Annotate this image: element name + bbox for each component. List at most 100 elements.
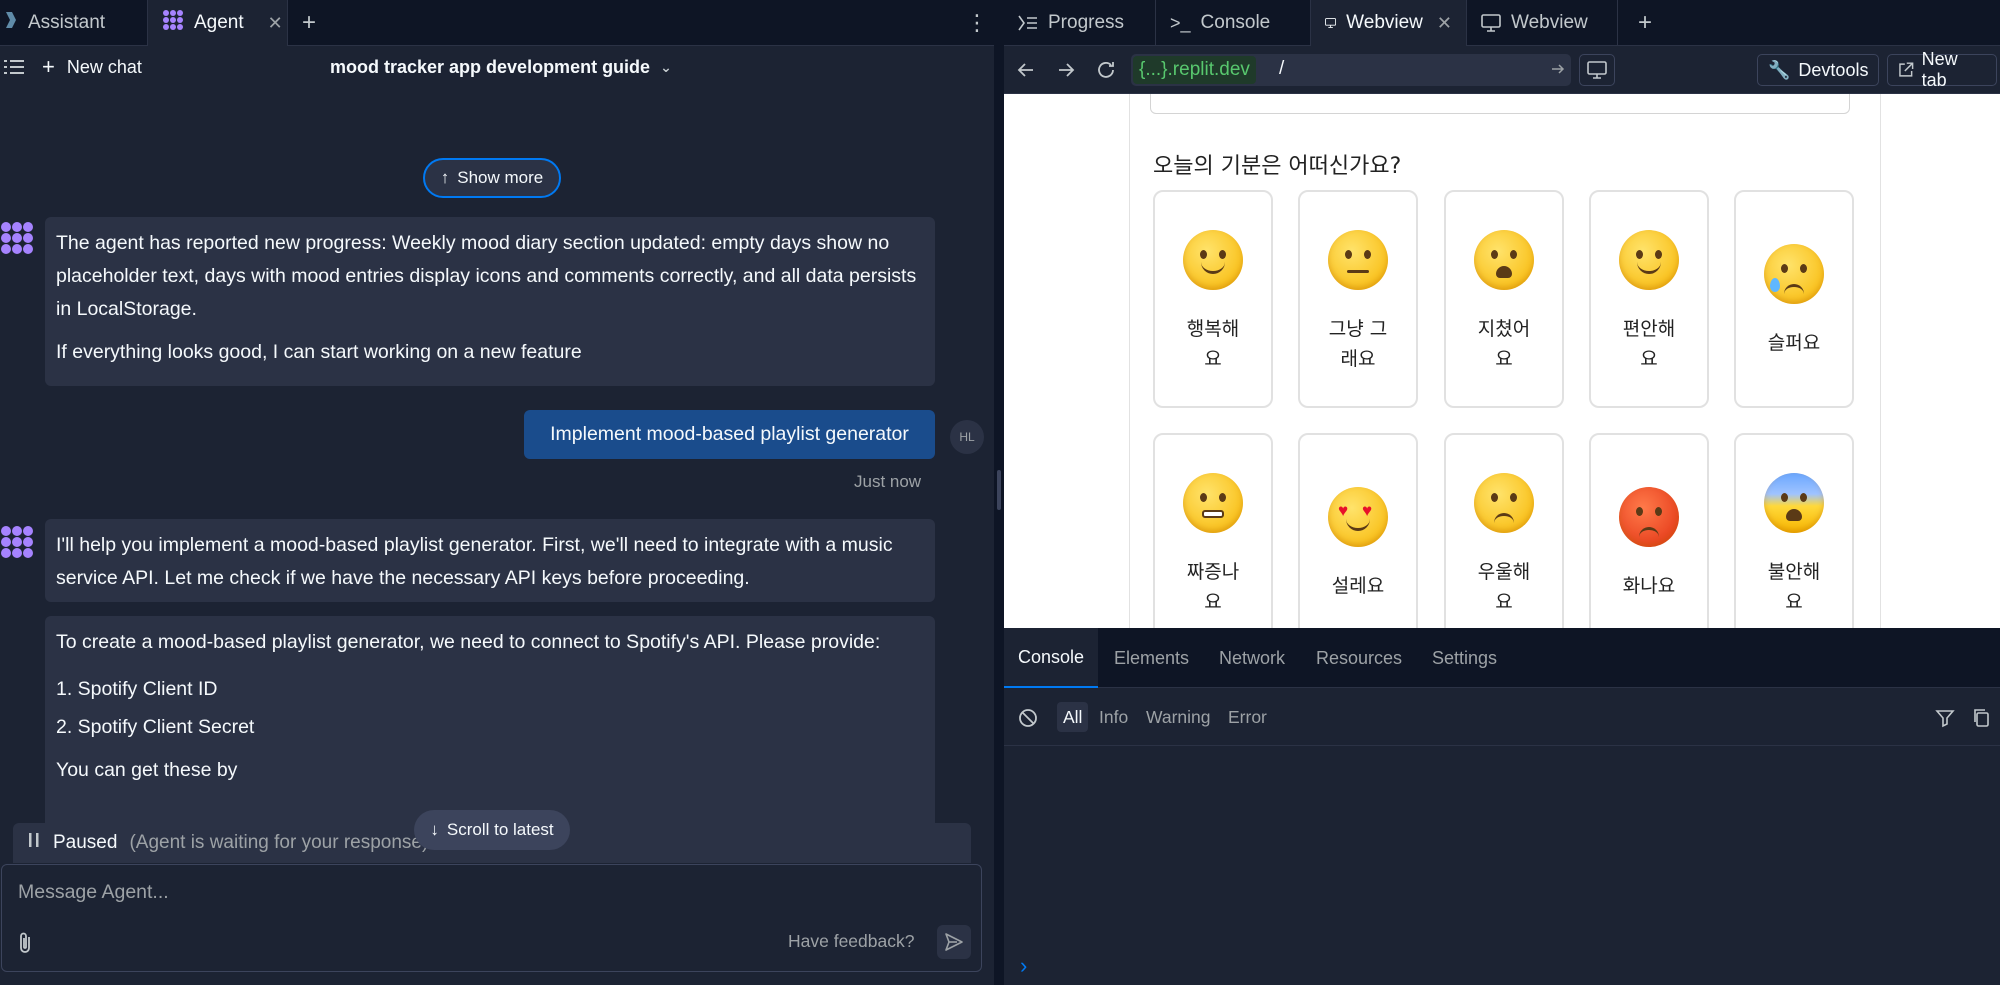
- tired-emoji-icon: [1474, 230, 1534, 290]
- mood-question: 오늘의 기분은 어떠신가요?: [1153, 154, 1402, 179]
- angry-emoji-icon: [1619, 487, 1679, 547]
- scroll-to-latest-button[interactable]: ↓ Scroll to latest: [414, 810, 570, 850]
- list-item: 2. Spotify Client Secret: [56, 716, 255, 738]
- message-timestamp: Just now: [854, 472, 922, 491]
- excited-emoji-icon: ♥ ♥: [1328, 487, 1388, 547]
- copy-icon[interactable]: [1972, 708, 1990, 728]
- filter-warning[interactable]: Warning: [1146, 702, 1211, 732]
- chat-list-icon[interactable]: [4, 58, 24, 76]
- message-input[interactable]: Message Agent... Have feedback?: [1, 864, 982, 972]
- go-arrow-icon[interactable]: [1551, 62, 1565, 76]
- mood-option-relieved[interactable]: 편안해 요: [1589, 190, 1709, 408]
- assistant-icon: [4, 10, 18, 36]
- chevron-down-icon: ⌄: [660, 58, 672, 75]
- monitor-icon: [1587, 61, 1607, 79]
- status-sublabel: (Agent is waiting for your response): [129, 832, 429, 853]
- mood-label: 행복해 요: [1186, 318, 1240, 370]
- message-text: Implement mood-based playlist generator: [550, 423, 909, 445]
- webview-frame[interactable]: 오늘의 기분은 어떠신가요? 행복해 요 그냥 그 래요 지쳤어 요 편안해 요 슬퍼요…: [1004, 94, 2000, 628]
- devtools-tab-resources[interactable]: Resources: [1316, 628, 1402, 688]
- date-input[interactable]: [1150, 94, 1850, 114]
- pane-resize-handle[interactable]: [994, 0, 1004, 985]
- tab-agent[interactable]: Agent ✕: [148, 0, 288, 46]
- new-chat-label: New chat: [66, 56, 142, 77]
- status-label: Paused: [53, 832, 118, 853]
- console-filter-bar: All Info Warning Error: [1004, 688, 2000, 746]
- device-preview-button[interactable]: [1579, 54, 1615, 86]
- left-tab-bar: Assistant Agent ✕ + ⋮: [0, 0, 994, 46]
- devtools-tab-elements[interactable]: Elements: [1114, 628, 1189, 688]
- attachment-icon[interactable]: [16, 931, 34, 955]
- agent-message: To create a mood-based playlist generato…: [45, 616, 935, 825]
- mood-option-anxious[interactable]: 불안해 요: [1734, 433, 1854, 628]
- mood-label: 슬퍼요: [1767, 332, 1821, 354]
- mood-option-happy[interactable]: 행복해 요: [1153, 190, 1273, 408]
- chat-title: mood tracker app development guide: [330, 56, 651, 77]
- workspace-pane: Progress >_ Console Webview ✕ Webview + …: [1004, 0, 2000, 985]
- sad-emoji-icon: [1764, 244, 1824, 304]
- forward-icon[interactable]: [1054, 58, 1078, 82]
- scroll-to-latest-label: Scroll to latest: [446, 820, 554, 839]
- message-text: I'll help you implement a mood-based pla…: [56, 534, 893, 589]
- mood-option-angry[interactable]: 화나요: [1589, 433, 1709, 628]
- add-tab-icon[interactable]: +: [302, 0, 316, 46]
- terminal-icon: >_: [1170, 12, 1191, 33]
- console-prompt-icon[interactable]: ›: [1020, 953, 1027, 979]
- kebab-menu-icon[interactable]: ⋮: [966, 0, 988, 46]
- mood-option-depressed[interactable]: 우울해 요: [1444, 433, 1564, 628]
- show-more-button[interactable]: ↑ Show more: [423, 158, 561, 198]
- agent-avatar-icon: [1, 222, 33, 254]
- url-bar[interactable]: {...}.replit.dev /: [1131, 54, 1571, 86]
- new-chat-button[interactable]: + New chat: [42, 46, 142, 88]
- tab-console[interactable]: >_ Console: [1156, 0, 1311, 46]
- tab-webview-label: Webview: [1346, 12, 1423, 33]
- devtools-tab-network[interactable]: Network: [1219, 628, 1285, 688]
- clear-console-icon[interactable]: [1018, 708, 1038, 728]
- close-icon[interactable]: ✕: [268, 13, 283, 34]
- external-link-icon: [1899, 62, 1914, 77]
- chat-title-dropdown[interactable]: mood tracker app development guide ⌄: [330, 46, 672, 88]
- new-tab-button[interactable]: New tab: [1887, 49, 1997, 90]
- mood-option-annoyed[interactable]: 짜증나 요: [1153, 433, 1273, 628]
- devtools-tab-console[interactable]: Console: [1004, 628, 1099, 688]
- back-icon[interactable]: [1014, 58, 1038, 82]
- relieved-emoji-icon: [1619, 230, 1679, 290]
- tab-assistant[interactable]: Assistant: [0, 0, 148, 46]
- mood-option-sad[interactable]: 슬퍼요: [1734, 190, 1854, 408]
- tab-webview[interactable]: Webview ✕: [1311, 0, 1467, 46]
- arrow-up-icon: ↑: [440, 168, 450, 187]
- tab-agent-label: Agent: [194, 12, 244, 33]
- tab-webview-2[interactable]: Webview: [1467, 0, 1618, 46]
- monitor-icon: [1325, 18, 1337, 28]
- annoyed-emoji-icon: [1183, 473, 1243, 533]
- mood-option-tired[interactable]: 지쳤어 요: [1444, 190, 1564, 408]
- mood-option-neutral[interactable]: 그냥 그 래요: [1298, 190, 1418, 408]
- close-icon[interactable]: ✕: [1437, 13, 1452, 34]
- chat-log[interactable]: ↑ Show more The agent has reported new p…: [0, 88, 994, 825]
- mood-label: 우울해 요: [1477, 561, 1531, 613]
- filter-all[interactable]: All: [1057, 702, 1089, 732]
- chat-header: + New chat mood tracker app development …: [0, 46, 994, 88]
- reload-icon[interactable]: [1094, 58, 1118, 82]
- send-button[interactable]: [937, 925, 971, 959]
- feedback-link[interactable]: Have feedback?: [788, 931, 914, 952]
- anxious-emoji-icon: [1764, 473, 1824, 533]
- tab-progress-label: Progress: [1048, 12, 1125, 33]
- filter-error[interactable]: Error: [1228, 702, 1267, 732]
- plus-icon: +: [42, 54, 55, 79]
- agent-message: The agent has reported new progress: Wee…: [45, 217, 935, 386]
- filter-icon[interactable]: [1935, 708, 1955, 728]
- add-tab-icon[interactable]: +: [1638, 0, 1652, 46]
- mood-label: 화나요: [1622, 575, 1676, 597]
- url-path-input[interactable]: /: [1279, 58, 1284, 80]
- tab-progress[interactable]: Progress: [1004, 0, 1156, 46]
- pause-icon: [27, 832, 41, 854]
- tab-webview-2-label: Webview: [1511, 12, 1588, 33]
- user-message: Implement mood-based playlist generator: [524, 410, 935, 459]
- devtools-button[interactable]: 🔧 Devtools: [1757, 54, 1880, 86]
- devtools-tab-settings[interactable]: Settings: [1432, 628, 1497, 688]
- message-text: If everything looks good, I can start wo…: [56, 341, 582, 363]
- mood-option-excited[interactable]: ♥ ♥ 설레요: [1298, 433, 1418, 628]
- tab-console-label: Console: [1200, 12, 1271, 33]
- filter-info[interactable]: Info: [1099, 702, 1128, 732]
